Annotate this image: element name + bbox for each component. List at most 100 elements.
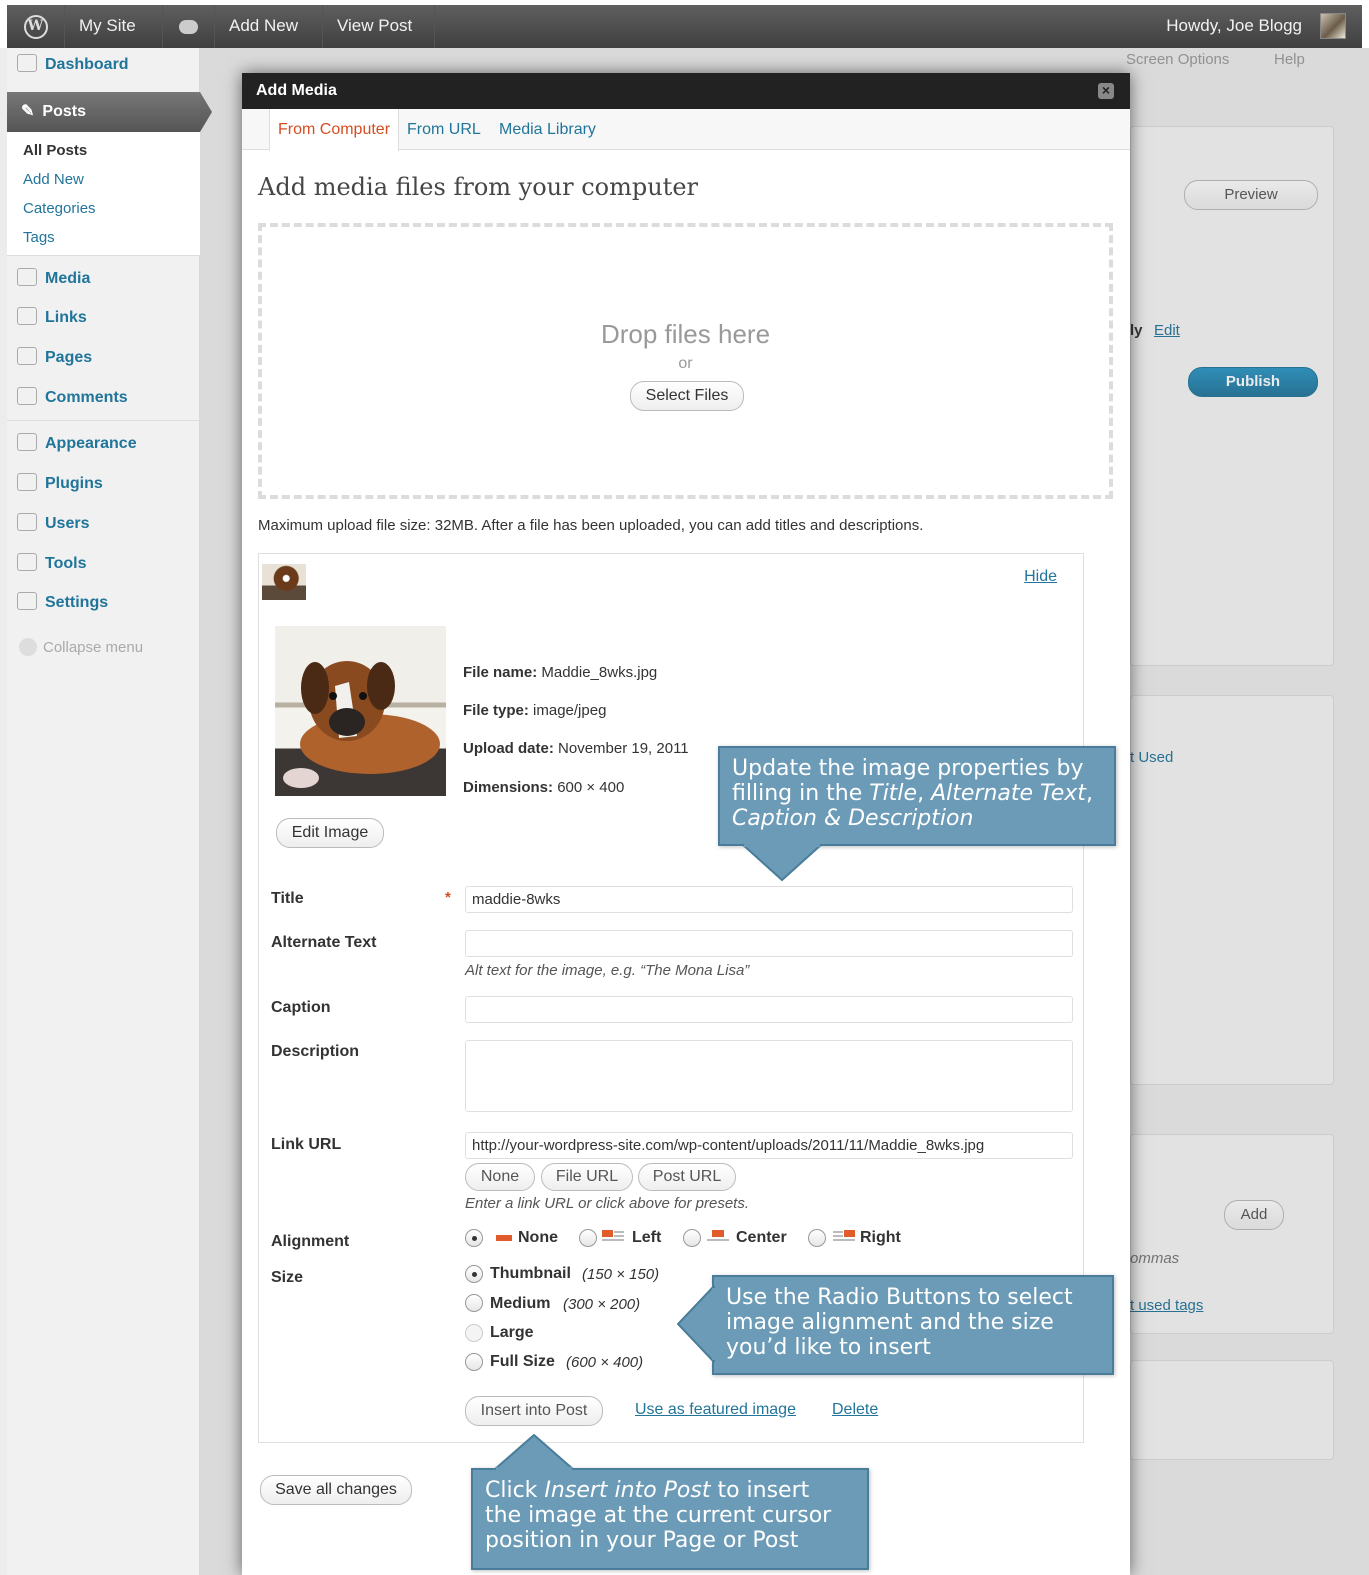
- delete-link[interactable]: Delete: [832, 1401, 878, 1419]
- view-post-link[interactable]: View Post: [323, 5, 435, 48]
- menu-settings[interactable]: Settings: [7, 586, 200, 620]
- file-type-row: File type: image/jpeg: [463, 702, 606, 719]
- align-none-label: None: [518, 1229, 558, 1246]
- howdy-account-link[interactable]: Howdy, Joe Blogg: [1152, 5, 1316, 48]
- settings-icon: [17, 592, 37, 610]
- wordpress-logo-button[interactable]: W: [7, 5, 65, 48]
- menu-pages[interactable]: Pages: [7, 341, 200, 375]
- posts-submenu: All Posts Add New Categories Tags: [7, 132, 200, 256]
- align-left-label: Left: [632, 1229, 662, 1246]
- page-title: Add media files from your computer: [258, 173, 699, 201]
- link-post-url-button[interactable]: Post URL: [638, 1163, 736, 1191]
- edit-image-button[interactable]: Edit Image: [276, 818, 384, 848]
- use-as-featured-image-link[interactable]: Use as featured image: [635, 1401, 796, 1419]
- dog-photo: [283, 661, 440, 788]
- callout-3-line-2: the image at the current cursor: [485, 1503, 832, 1528]
- menu-links[interactable]: Links: [7, 301, 200, 335]
- callout-3-line-1: Click Insert into Post to insert: [485, 1478, 855, 1503]
- callout-2-line-1: Use the Radio Buttons to select: [726, 1285, 1073, 1310]
- menu-tools[interactable]: Tools: [7, 547, 200, 581]
- menu-posts[interactable]: ✎ Posts: [7, 92, 212, 132]
- link-none-button[interactable]: None: [465, 1163, 535, 1191]
- callout-radio-buttons: Use the Radio Buttons to select image al…: [712, 1275, 1114, 1375]
- alt-text-label: Alternate Text: [271, 934, 377, 951]
- submenu-tags[interactable]: Tags: [23, 229, 55, 246]
- menu-users[interactable]: Users: [7, 507, 200, 541]
- callout-1-alt: Alternate Text: [931, 781, 1086, 806]
- caption-label: Caption: [271, 999, 331, 1016]
- appearance-icon: [17, 433, 37, 451]
- my-site-link[interactable]: My Site: [65, 5, 163, 48]
- menu-media-label: Media: [45, 270, 91, 287]
- align-left-radio[interactable]: [579, 1229, 597, 1247]
- tab-from-url[interactable]: From URL: [407, 109, 481, 150]
- size-large-radio[interactable]: [465, 1324, 483, 1342]
- collapse-menu-button[interactable]: Collapse menu: [19, 638, 143, 656]
- link-url-label: Link URL: [271, 1136, 342, 1153]
- upload-date-row: Upload date: November 19, 2011: [463, 740, 689, 757]
- callout-3-post: to insert: [710, 1478, 810, 1503]
- media-icon: [17, 268, 37, 286]
- submenu-all-posts[interactable]: All Posts: [23, 142, 87, 159]
- size-large-label: Large: [490, 1324, 534, 1341]
- submenu-categories[interactable]: Categories: [23, 200, 96, 217]
- insert-into-post-button[interactable]: Insert into Post: [465, 1396, 603, 1426]
- comments-button[interactable]: [163, 5, 215, 48]
- image-preview: [275, 626, 446, 796]
- tools-icon: [17, 553, 37, 571]
- caption-field[interactable]: [465, 996, 1073, 1023]
- close-icon[interactable]: ×: [1098, 83, 1114, 99]
- size-medium-radio[interactable]: [465, 1294, 483, 1312]
- menu-dashboard[interactable]: Dashboard: [7, 48, 200, 82]
- callout-1-line-3: Caption & Description: [732, 806, 1102, 831]
- alignment-label: Alignment: [271, 1233, 350, 1250]
- file-name-row: File name: Maddie_8wks.jpg: [463, 664, 657, 681]
- size-thumbnail-label: Thumbnail: [490, 1265, 571, 1282]
- callout-1-desc: Description: [848, 806, 974, 831]
- link-url-field[interactable]: [465, 1132, 1073, 1159]
- size-medium-dimensions: (300 × 200): [563, 1296, 641, 1313]
- save-all-changes-button[interactable]: Save all changes: [260, 1475, 412, 1505]
- align-right-label: Right: [860, 1229, 901, 1246]
- align-none-radio[interactable]: [465, 1229, 483, 1247]
- title-field[interactable]: [465, 886, 1073, 913]
- tab-from-computer[interactable]: From Computer: [269, 109, 400, 151]
- title-label: Title: [271, 890, 304, 907]
- callout-1-sep2: ,: [1085, 781, 1093, 806]
- menu-plugins-label: Plugins: [45, 475, 103, 492]
- description-field[interactable]: [465, 1040, 1073, 1112]
- drop-zone[interactable]: Drop files here or Select Files: [258, 223, 1113, 499]
- callout-1-line-2: filling in the Title, Alternate Text,: [732, 781, 1102, 806]
- file-name-value: Maddie_8wks.jpg: [541, 664, 658, 681]
- add-new-link[interactable]: Add New: [215, 5, 323, 48]
- align-right-radio[interactable]: [808, 1229, 826, 1247]
- menu-posts-label: Posts: [42, 103, 86, 120]
- hide-link[interactable]: Hide: [1024, 568, 1057, 586]
- size-full-dimensions: (600 × 400): [566, 1354, 644, 1371]
- avatar[interactable]: [1320, 13, 1346, 39]
- submenu-add-new[interactable]: Add New: [23, 171, 84, 188]
- menu-dashboard-label: Dashboard: [45, 56, 129, 73]
- size-thumbnail-radio[interactable]: [465, 1265, 483, 1283]
- alt-text-field[interactable]: [465, 930, 1073, 957]
- menu-appearance[interactable]: Appearance: [7, 427, 200, 461]
- tab-media-library[interactable]: Media Library: [499, 109, 596, 150]
- menu-appearance-label: Appearance: [45, 435, 137, 452]
- file-type-label: File type:: [463, 702, 529, 719]
- callout-1-pointer: [742, 844, 822, 882]
- align-center-radio[interactable]: [683, 1229, 701, 1247]
- size-thumbnail-dimensions: (150 × 150): [582, 1266, 660, 1283]
- links-icon: [17, 307, 37, 325]
- align-center-label: Center: [736, 1229, 787, 1246]
- link-file-url-button[interactable]: File URL: [541, 1163, 633, 1191]
- align-center-icon: [707, 1230, 729, 1241]
- menu-media[interactable]: Media: [7, 262, 200, 296]
- callout-3-pointer: [494, 1434, 574, 1470]
- description-label: Description: [271, 1043, 360, 1060]
- size-full-radio[interactable]: [465, 1353, 483, 1371]
- menu-comments[interactable]: Comments: [7, 381, 200, 415]
- upload-date-label: Upload date:: [463, 740, 554, 757]
- callout-2-line-2: image alignment and the size: [726, 1310, 1054, 1335]
- select-files-button[interactable]: Select Files: [630, 381, 744, 411]
- menu-plugins[interactable]: Plugins: [7, 467, 200, 501]
